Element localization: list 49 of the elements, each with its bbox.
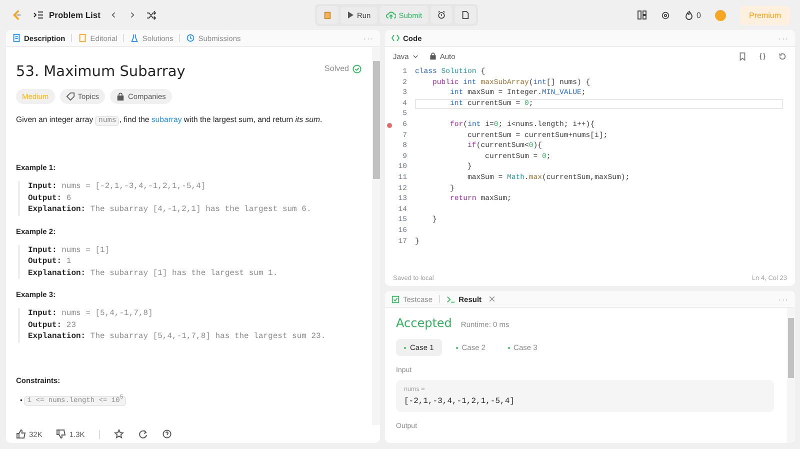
- list-icon[interactable]: [33, 10, 44, 20]
- example-line: Explanation: The subarray [4,-1,2,1] has the largest sum 6.: [28, 204, 312, 216]
- notes-button[interactable]: [455, 6, 476, 24]
- share-icon[interactable]: [138, 429, 148, 439]
- example-line: Input: nums = [5,4,-1,7,8]: [28, 308, 154, 320]
- example-line: Explanation: The subarray [5,4,-1,7,8] has the largest sum 23.: [28, 331, 327, 343]
- code-icon: [391, 34, 400, 42]
- close-icon[interactable]: [488, 295, 496, 303]
- example-line: Explanation: The subarray [1] has the largest sum 1.: [28, 268, 279, 280]
- bookmark-icon[interactable]: [738, 52, 747, 60]
- reset-icon[interactable]: [778, 52, 787, 60]
- scrollbar[interactable]: [372, 47, 380, 425]
- settings-icon[interactable]: [660, 10, 670, 20]
- play-icon: [346, 11, 354, 19]
- clock-icon[interactable]: [186, 33, 196, 43]
- example-line: Input: nums = [1]: [28, 244, 111, 256]
- checkbox-icon[interactable]: [391, 294, 400, 304]
- check-circle-icon[interactable]: [352, 64, 362, 74]
- shuffle-icon[interactable]: [146, 10, 156, 20]
- chevron-down-icon[interactable]: [412, 52, 419, 60]
- solved-label: Solved: [324, 64, 349, 73]
- breakpoint-dot[interactable]: [386, 122, 392, 128]
- tag-icon[interactable]: [66, 92, 75, 101]
- example-line: Input: nums = [-2,1,-3,4,-1,2,1,-5,4]: [28, 181, 207, 193]
- verdict: Accepted: [396, 316, 452, 330]
- timer-button[interactable]: [431, 6, 452, 24]
- star-icon[interactable]: [114, 429, 124, 439]
- lock-icon[interactable]: [116, 92, 125, 101]
- note-icon[interactable]: [461, 10, 470, 20]
- chevron-right-icon[interactable]: [128, 10, 136, 20]
- flask-icon[interactable]: [130, 33, 140, 43]
- thumbs-up-icon[interactable]: [16, 429, 26, 439]
- scrollbar[interactable]: [787, 308, 795, 443]
- braces-icon[interactable]: [758, 52, 767, 60]
- alarm-clock-icon[interactable]: [437, 10, 446, 20]
- layout-grid-icon[interactable]: [636, 10, 647, 20]
- help-icon[interactable]: [162, 429, 172, 439]
- document-icon[interactable]: [12, 33, 21, 43]
- example-line: Output: 1: [28, 256, 72, 268]
- flame-icon[interactable]: [684, 10, 694, 20]
- param-value: [-2,1,-3,4,-1,2,1,-5,4]: [404, 397, 516, 406]
- premium-button[interactable]: Premium: [740, 6, 790, 24]
- example-line: Output: 6: [28, 192, 72, 204]
- problem-list-button[interactable]: Problem List: [33, 10, 100, 20]
- problem-title: 53. Maximum Subarray: [16, 64, 186, 80]
- streak-count: 0: [696, 10, 701, 20]
- thumbs-down-icon[interactable]: [56, 429, 66, 439]
- example-line: Output: 23: [28, 320, 78, 332]
- lock-icon[interactable]: [428, 52, 437, 60]
